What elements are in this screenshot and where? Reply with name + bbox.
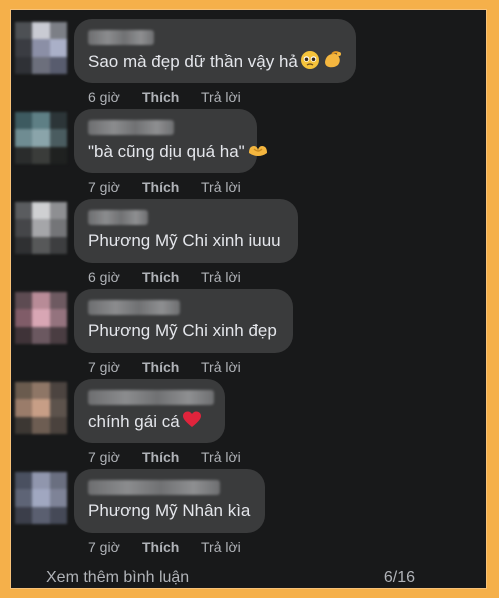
- avatar[interactable]: [15, 202, 67, 254]
- like-button[interactable]: Thích: [142, 449, 179, 465]
- avatar[interactable]: [15, 112, 67, 164]
- avatar[interactable]: [15, 382, 67, 434]
- comment-bubble: chính gái cá: [74, 379, 225, 443]
- comment-text: Phương Mỹ Nhân kìa: [88, 501, 251, 520]
- comment-time[interactable]: 7 giờ: [88, 359, 120, 375]
- comment-bubble: Phương Mỹ Chi xinh iuuu: [74, 199, 298, 263]
- comment-time[interactable]: 7 giờ: [88, 449, 120, 465]
- reply-button[interactable]: Trả lời: [201, 359, 241, 375]
- reply-button[interactable]: Trả lời: [201, 539, 241, 555]
- pinched-fingers-emoji-icon: [322, 50, 344, 76]
- blurred-author-name[interactable]: [88, 390, 214, 405]
- comment-text: Sao mà đẹp dữ thần vậy hả: [88, 50, 344, 76]
- comment-item: Phương Mỹ Chi xinh đẹp 7 giờ Thích Trả l…: [11, 289, 486, 379]
- red-heart-emoji-icon: [182, 410, 202, 436]
- avatar[interactable]: [15, 22, 67, 74]
- comment-text: "bà cũng dịu quá ha": [88, 140, 269, 166]
- blurred-author-name[interactable]: [88, 480, 220, 495]
- reply-button[interactable]: Trả lời: [201, 179, 241, 195]
- comment-bubble: Phương Mỹ Chi xinh đẹp: [74, 289, 293, 353]
- comment-time[interactable]: 6 giờ: [88, 269, 120, 285]
- blurred-author-name[interactable]: [88, 30, 154, 45]
- blurred-author-name[interactable]: [88, 210, 148, 225]
- like-button[interactable]: Thích: [142, 539, 179, 555]
- comment-time[interactable]: 6 giờ: [88, 89, 120, 105]
- comment-item: Phương Mỹ Chi xinh iuuu 6 giờ Thích Trả …: [11, 199, 486, 289]
- like-button[interactable]: Thích: [142, 269, 179, 285]
- reply-button[interactable]: Trả lời: [201, 269, 241, 285]
- pleading-face-emoji-icon: [300, 50, 320, 76]
- comment-bubble: "bà cũng dịu quá ha": [74, 109, 267, 173]
- comment-page-count: 6/16: [383, 569, 415, 586]
- like-button[interactable]: Thích: [142, 89, 179, 105]
- blurred-author-name[interactable]: [88, 120, 174, 135]
- comment-item: "bà cũng dịu quá ha" 7 giờ Thích Trả lời: [11, 109, 486, 199]
- comment-time[interactable]: 7 giờ: [88, 179, 120, 195]
- comment-time[interactable]: 7 giờ: [88, 539, 120, 555]
- view-more-comments-link[interactable]: Xem thêm bình luận: [46, 569, 189, 587]
- comment-bubble: Phương Mỹ Nhân kìa: [74, 469, 265, 533]
- comment-text: Phương Mỹ Chi xinh đẹp: [88, 321, 277, 340]
- comment-text: chính gái cá: [88, 410, 202, 436]
- blurred-author-name[interactable]: [88, 300, 180, 315]
- comment-bubble: Sao mà đẹp dữ thần vậy hả: [74, 19, 356, 83]
- comment-item: chính gái cá 7 giờ Thích Trả lời: [11, 379, 486, 469]
- comment-item: Phương Mỹ Nhân kìa 7 giờ Thích Trả lời: [11, 469, 486, 559]
- reply-button[interactable]: Trả lời: [201, 89, 241, 105]
- heart-hands-emoji-icon: [247, 140, 269, 166]
- avatar[interactable]: [15, 472, 67, 524]
- comment-item: Sao mà đẹp dữ thần vậy hả 6 giờ Thích Tr…: [11, 19, 486, 109]
- comment-text: Phương Mỹ Chi xinh iuuu: [88, 231, 281, 250]
- like-button[interactable]: Thích: [142, 359, 179, 375]
- reply-button[interactable]: Trả lời: [201, 449, 241, 465]
- avatar[interactable]: [15, 292, 67, 344]
- like-button[interactable]: Thích: [142, 179, 179, 195]
- comments-panel: Sao mà đẹp dữ thần vậy hả 6 giờ Thích Tr…: [10, 9, 487, 589]
